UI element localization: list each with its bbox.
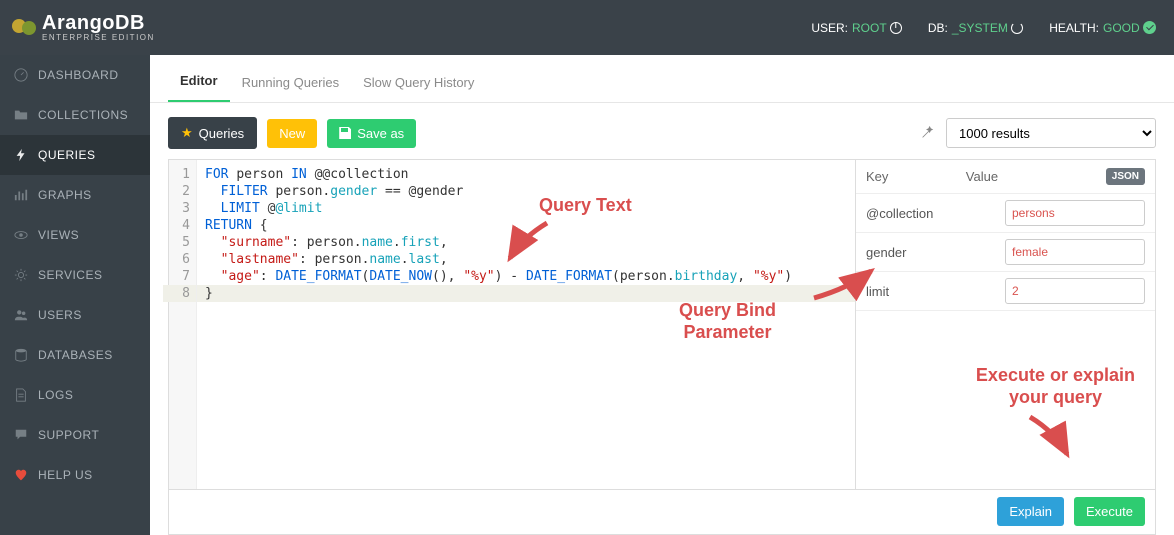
bind-params: Key Value JSON @collection gender limit [855, 160, 1155, 489]
db-info[interactable]: DB:_SYSTEM [928, 21, 1023, 35]
db-icon [14, 348, 28, 362]
brand-name: ArangoDB [42, 13, 155, 34]
sidebar-item-collections[interactable]: COLLECTIONS [0, 95, 150, 135]
tab-editor[interactable]: Editor [168, 59, 230, 102]
param-value-input[interactable] [1005, 200, 1145, 226]
sidebar-item-databases[interactable]: DATABASES [0, 335, 150, 375]
wand-icon[interactable] [920, 126, 934, 140]
bolt-icon [14, 148, 28, 162]
sidebar-item-graphs[interactable]: GRAPHS [0, 175, 150, 215]
gauge-icon [14, 68, 28, 82]
sidebar-item-users[interactable]: USERS [0, 295, 150, 335]
sidebar-item-services[interactable]: SERVICES [0, 255, 150, 295]
check-icon [1143, 21, 1156, 34]
heart-icon [14, 468, 28, 482]
sidebar-item-queries[interactable]: QUERIES [0, 135, 150, 175]
logo: ArangoDB ENTERPRISE EDITION [12, 13, 155, 42]
footer: Explain Execute [168, 489, 1156, 535]
health-info: HEALTH:GOOD [1049, 21, 1156, 35]
new-button[interactable]: New [267, 119, 317, 148]
gutter: 12345678 [169, 160, 197, 489]
sidebar-item-support[interactable]: SUPPORT [0, 415, 150, 455]
toolbar: ★Queries New Save as 1000 results [168, 117, 1156, 149]
param-value-input[interactable] [1005, 278, 1145, 304]
main: Editor Running Queries Slow Query Histor… [150, 55, 1174, 535]
eye-icon [14, 228, 28, 242]
save-icon [339, 127, 351, 139]
param-row: @collection [856, 194, 1155, 233]
sidebar-item-dashboard[interactable]: DASHBOARD [0, 55, 150, 95]
save-as-button[interactable]: Save as [327, 119, 416, 148]
power-icon [890, 22, 902, 34]
tab-running[interactable]: Running Queries [230, 61, 352, 102]
chat-icon [14, 428, 28, 442]
queries-button[interactable]: ★Queries [168, 117, 257, 149]
refresh-icon [1011, 22, 1023, 34]
sidebar: DASHBOARD COLLECTIONS QUERIES GRAPHS VIE… [0, 55, 150, 535]
tab-slow[interactable]: Slow Query History [351, 61, 486, 102]
code-content[interactable]: FOR person IN @@collection FILTER person… [197, 160, 855, 489]
user-info[interactable]: USER:ROOT [811, 21, 901, 35]
users-icon [14, 308, 28, 322]
doc-icon [14, 388, 28, 402]
sidebar-item-helpus[interactable]: HELP US [0, 455, 150, 495]
code-editor[interactable]: 12345678 FOR person IN @@collection FILT… [169, 160, 855, 489]
execute-button[interactable]: Execute [1074, 497, 1145, 526]
param-row: limit [856, 272, 1155, 311]
brand-edition: ENTERPRISE EDITION [42, 34, 155, 42]
json-button[interactable]: JSON [1106, 168, 1145, 185]
cog-icon [14, 268, 28, 282]
folder-icon [14, 108, 28, 122]
results-select[interactable]: 1000 results [946, 118, 1156, 148]
logo-icon [12, 19, 36, 35]
param-value-input[interactable] [1005, 239, 1145, 265]
params-key-header: Key [866, 169, 966, 184]
star-icon: ★ [181, 125, 193, 141]
explain-button[interactable]: Explain [997, 497, 1064, 526]
params-value-header: Value [966, 169, 1106, 184]
sidebar-item-views[interactable]: VIEWS [0, 215, 150, 255]
tabs: Editor Running Queries Slow Query Histor… [150, 55, 1174, 103]
param-row: gender [856, 233, 1155, 272]
sidebar-item-logs[interactable]: LOGS [0, 375, 150, 415]
chart-icon [14, 188, 28, 202]
header: ArangoDB ENTERPRISE EDITION USER:ROOT DB… [0, 0, 1174, 55]
